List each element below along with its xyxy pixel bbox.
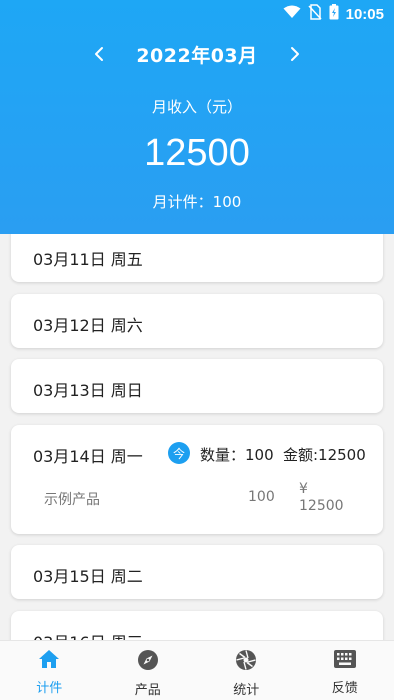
- product-name: 示例产品: [44, 492, 100, 508]
- day-amount: 金额:12500: [283, 446, 366, 464]
- income-label: 月收入（元）: [151, 98, 242, 116]
- currency-symbol: ¥: [299, 481, 308, 497]
- today-badge: 今: [168, 442, 190, 464]
- day-card[interactable]: 03月11日 周五: [11, 234, 383, 282]
- product-quantity: 100: [248, 489, 275, 505]
- day-card[interactable]: 03月13日 周日: [11, 359, 383, 413]
- income-value: 12500: [144, 132, 250, 174]
- day-quantity: 数量：100: [200, 446, 274, 464]
- keyboard-icon: [333, 649, 357, 673]
- tab-products[interactable]: 产品: [99, 641, 198, 700]
- tab-feedback[interactable]: 反馈: [296, 641, 394, 700]
- tab-piecework[interactable]: 计件: [0, 641, 99, 700]
- bottom-tab-bar: 计件 产品 统计 反馈: [0, 640, 394, 700]
- day-date: 03月11日 周五: [33, 250, 143, 269]
- tab-label: 产品: [134, 683, 161, 698]
- no-sim-icon: [308, 4, 322, 24]
- product-amount-value: 12500: [299, 498, 344, 514]
- status-bar: 10:05: [0, 0, 394, 28]
- wifi-icon: [283, 5, 301, 23]
- aperture-icon: [235, 649, 257, 675]
- day-card[interactable]: 03月15日 周二: [11, 545, 383, 599]
- home-icon: [38, 649, 60, 673]
- day-card-today[interactable]: 03月14日 周一 今 数量：100 金额:12500 示例产品 100 ¥ 1…: [11, 425, 383, 534]
- day-card[interactable]: 03月16日 周三: [11, 611, 383, 640]
- product-amount: ¥ 12500: [299, 481, 344, 515]
- month-selector: 2022年03月: [0, 38, 394, 70]
- day-date: 03月13日 周日: [33, 381, 143, 400]
- day-card[interactable]: 03月12日 周六: [11, 294, 383, 348]
- day-date: 03月16日 周三: [33, 629, 143, 640]
- day-date: 03月14日 周一: [33, 447, 143, 466]
- day-date: 03月15日 周二: [33, 567, 143, 586]
- status-time: 10:05: [345, 5, 384, 23]
- monthly-count: 月计件：100: [152, 193, 242, 211]
- next-month-button[interactable]: [282, 41, 308, 67]
- prev-month-button[interactable]: [86, 41, 112, 67]
- compass-icon: [137, 649, 159, 675]
- header: 10:05 2022年03月 月收入（元） 12500 月计件：100: [0, 0, 394, 234]
- tab-statistics[interactable]: 统计: [197, 641, 296, 700]
- day-list[interactable]: 03月11日 周五 03月12日 周六 03月13日 周日 03月14日 周一 …: [0, 234, 394, 640]
- battery-charging-icon: [329, 4, 339, 24]
- tab-label: 计件: [36, 681, 63, 696]
- current-month[interactable]: 2022年03月: [136, 41, 257, 68]
- tab-label: 反馈: [331, 681, 358, 696]
- day-date: 03月12日 周六: [33, 316, 143, 335]
- tab-label: 统计: [233, 683, 260, 698]
